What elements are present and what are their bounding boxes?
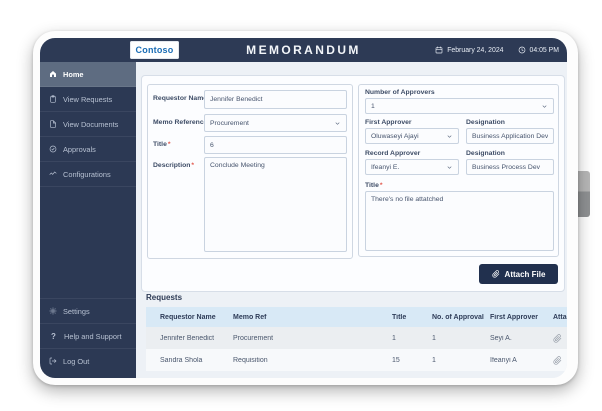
approvers-panel: Number of Approvers 1 First Approver Olu… — [358, 84, 559, 257]
sidebar-item-label: Configurations — [63, 170, 111, 179]
memo-reference-select[interactable]: Procurement — [204, 114, 347, 132]
tablet-mockup: Contoso MEMORANDUM February 24, 2024 04:… — [33, 31, 578, 385]
sidebar-item-configurations[interactable]: Configurations — [40, 162, 136, 187]
memo-details-panel: Requestor Name Memo Reference Procuremen… — [147, 84, 353, 259]
chevron-down-icon — [541, 103, 548, 110]
sidebar-item-settings[interactable]: Settings — [40, 298, 136, 323]
sidebar-footer: Settings ? Help and Support Log Out — [40, 298, 136, 373]
gear-icon — [49, 307, 57, 315]
record-approver-value: Ifeanyi E. — [371, 164, 399, 171]
first-approver-label: First Approver — [365, 119, 412, 126]
col-first-approver: First Approver — [490, 314, 553, 321]
clock-icon — [518, 46, 526, 54]
document-icon — [49, 120, 57, 128]
sidebar-item-label: Settings — [63, 307, 90, 316]
cell-memo-ref: Procurement — [233, 335, 392, 342]
col-memo-ref: Memo Ref — [233, 314, 392, 321]
sidebar-item-logout[interactable]: Log Out — [40, 348, 136, 373]
cell-approvals: 1 — [432, 357, 490, 364]
question-icon: ? — [49, 332, 58, 341]
chevron-down-icon — [334, 120, 341, 127]
page-title: MEMORANDUM — [246, 43, 361, 57]
page: Contoso MEMORANDUM February 24, 2024 04:… — [0, 0, 602, 411]
first-approver-value: Oluwaseyi Ajayi — [371, 133, 419, 140]
cell-approvals: 1 — [432, 335, 490, 342]
paperclip-icon[interactable] — [553, 334, 567, 343]
sidebar-item-approvals[interactable]: Approvals — [40, 137, 136, 162]
attach-file-button[interactable]: Attach File — [479, 264, 558, 284]
first-designation-input[interactable] — [466, 128, 554, 144]
main-content: Requestor Name Memo Reference Procuremen… — [136, 62, 567, 378]
requestor-name-input[interactable] — [204, 90, 347, 109]
table-row[interactable]: Jennifer Benedict Procurement 1 1 Seyi A… — [146, 327, 567, 349]
number-of-approvers-label: Number of Approvers — [365, 89, 435, 96]
requests-table: Requestor Name Memo Ref Title No. of App… — [146, 307, 567, 371]
cell-requestor: Sandra Shola — [146, 357, 233, 364]
requests-section-title: Requests — [146, 293, 182, 302]
sidebar-item-label: Approvals — [63, 145, 96, 154]
record-approver-label: Record Approver — [365, 150, 420, 157]
paperclip-icon[interactable] — [553, 356, 567, 365]
cell-memo-ref: Requisition — [233, 357, 392, 364]
record-designation-input[interactable] — [466, 159, 554, 175]
cell-title: 15 — [392, 357, 432, 364]
first-designation-label: Designation — [466, 119, 505, 126]
sidebar: Home View Requests View Documents Approv… — [40, 62, 136, 378]
header-datetime: February 24, 2024 04:05 PM — [435, 38, 559, 62]
memo-reference-value: Procurement — [210, 120, 249, 127]
paperclip-icon — [492, 270, 500, 278]
description-textarea[interactable]: Conclude Meeting — [204, 157, 347, 252]
calendar-icon — [435, 46, 443, 54]
cell-requestor: Jennifer Benedict — [146, 335, 233, 342]
attachment-title-label: Title — [365, 182, 383, 189]
header-time: 04:05 PM — [530, 47, 560, 54]
chevron-down-icon — [446, 133, 453, 140]
home-icon — [49, 70, 57, 78]
requestor-name-label: Requestor Name — [153, 95, 211, 102]
sidebar-item-help[interactable]: ? Help and Support — [40, 323, 136, 348]
sidebar-item-label: View Documents — [63, 120, 118, 129]
memo-form-card: Requestor Name Memo Reference Procuremen… — [141, 75, 565, 292]
col-no-of-approval: No. of Approval — [432, 314, 490, 321]
title-label: Title — [153, 141, 171, 148]
cell-first-approver: Seyi A. — [490, 335, 553, 342]
sidebar-item-label: View Requests — [63, 95, 112, 104]
attachment-title-textarea[interactable]: There's no file attatched — [365, 191, 554, 251]
description-label: Description — [153, 162, 194, 169]
col-requestor-name: Requestor Name — [146, 314, 233, 321]
cell-title: 1 — [392, 335, 432, 342]
chevron-down-icon — [446, 164, 453, 171]
app-header: Contoso MEMORANDUM February 24, 2024 04:… — [40, 38, 567, 62]
check-circle-icon — [49, 145, 57, 153]
first-approver-select[interactable]: Oluwaseyi Ajayi — [365, 128, 459, 144]
attach-file-label: Attach File — [505, 270, 546, 279]
table-header-row: Requestor Name Memo Ref Title No. of App… — [146, 307, 567, 327]
sidebar-item-label: Help and Support — [64, 332, 122, 341]
sidebar-item-view-requests[interactable]: View Requests — [40, 87, 136, 112]
activity-icon — [49, 170, 57, 178]
clipboard-icon — [49, 95, 57, 103]
number-of-approvers-select[interactable]: 1 — [365, 98, 554, 114]
sidebar-item-home[interactable]: Home — [40, 62, 136, 87]
number-of-approvers-value: 1 — [371, 103, 375, 110]
table-row[interactable]: Sandra Shola Requisition 15 1 Ifeanyi A — [146, 349, 567, 371]
col-title: Title — [392, 314, 432, 321]
sidebar-item-label: Home — [63, 70, 84, 79]
record-designation-label: Designation — [466, 150, 505, 157]
contoso-logo: Contoso — [130, 41, 179, 59]
contoso-logo-text: Contoso — [136, 45, 174, 55]
cell-first-approver: Ifeanyi A — [490, 357, 553, 364]
header-date: February 24, 2024 — [447, 47, 503, 54]
title-input[interactable] — [204, 136, 347, 154]
sidebar-item-label: Log Out — [63, 357, 89, 366]
sidebar-item-view-documents[interactable]: View Documents — [40, 112, 136, 137]
memo-reference-label: Memo Reference — [153, 119, 211, 126]
col-attachment: Attachment — [553, 314, 567, 321]
record-approver-select[interactable]: Ifeanyi E. — [365, 159, 459, 175]
logout-icon — [49, 357, 57, 365]
app-screen: Contoso MEMORANDUM February 24, 2024 04:… — [40, 38, 567, 378]
